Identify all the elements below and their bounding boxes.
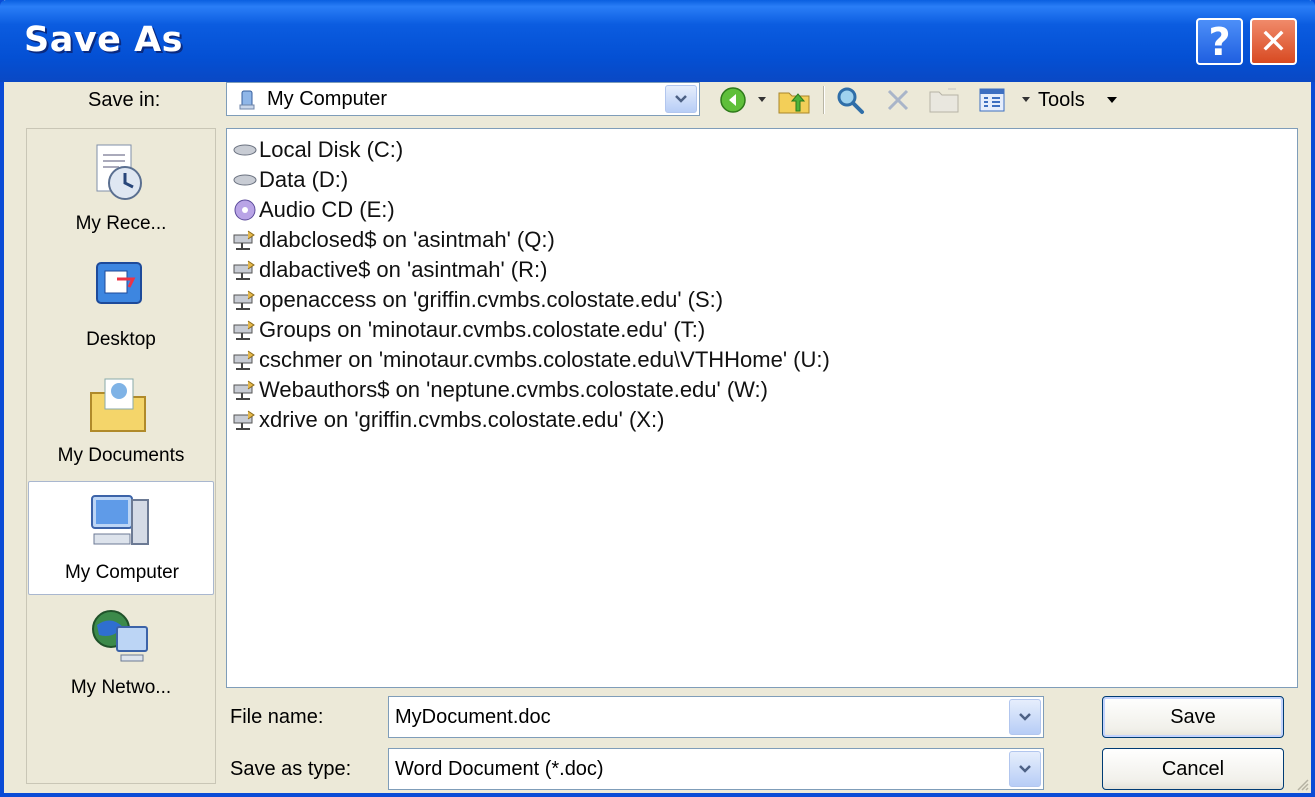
file-list[interactable]: Local Disk (C:) Data (D:) Audio CD (E:) … bbox=[226, 128, 1298, 688]
back-arrow-icon bbox=[720, 87, 746, 113]
place-label: My Rece... bbox=[75, 213, 167, 234]
drive-label: Groups on 'minotaur.cvmbs.colostate.edu'… bbox=[259, 317, 706, 342]
place-my-network-places[interactable]: My Netwo... bbox=[28, 597, 214, 711]
file-name-combobox[interactable]: MyDocument.doc bbox=[388, 696, 1044, 738]
drive-label: xdrive on 'griffin.cvmbs.colostate.edu' … bbox=[259, 407, 665, 432]
place-label: Desktop bbox=[86, 329, 156, 350]
list-item[interactable]: xdrive on 'griffin.cvmbs.colostate.edu' … bbox=[231, 405, 664, 435]
views-dropdown[interactable] bbox=[1016, 82, 1036, 118]
network-drive-icon bbox=[231, 258, 259, 282]
save-in-label: Save in: bbox=[88, 89, 161, 111]
chevron-down-icon bbox=[1019, 765, 1031, 773]
save-as-type-dropdown-button[interactable] bbox=[1009, 751, 1041, 787]
place-my-recent-documents[interactable]: My Rece... bbox=[28, 133, 214, 247]
search-web-button[interactable] bbox=[830, 82, 870, 118]
drive-label: dlabactive$ on 'asintmah' (R:) bbox=[259, 257, 548, 282]
list-item[interactable]: Data (D:) bbox=[231, 165, 348, 195]
desktop-icon bbox=[96, 262, 142, 304]
network-drive-icon bbox=[231, 378, 259, 402]
save-in-dropdown-button[interactable] bbox=[665, 85, 697, 113]
title-bar[interactable]: Save As ? ✕ bbox=[0, 0, 1315, 82]
new-folder-icon bbox=[929, 88, 959, 113]
close-button[interactable]: ✕ bbox=[1250, 18, 1297, 65]
place-my-documents[interactable]: My Documents bbox=[28, 365, 214, 479]
tools-dropdown[interactable] bbox=[1102, 82, 1122, 118]
drive-label: Local Disk (C:) bbox=[259, 137, 404, 162]
list-item[interactable]: Groups on 'minotaur.cvmbs.colostate.edu'… bbox=[231, 315, 705, 345]
dialog-title: Save As bbox=[24, 20, 183, 60]
save-button[interactable]: Save bbox=[1102, 696, 1284, 738]
save-as-type-label: Save as type: bbox=[230, 758, 352, 780]
list-item[interactable]: openaccess on 'griffin.cvmbs.colostate.e… bbox=[231, 285, 723, 315]
delete-x-icon bbox=[887, 89, 909, 111]
chevron-down-icon bbox=[675, 95, 687, 103]
hard-drive-icon bbox=[231, 138, 259, 162]
cd-drive-icon bbox=[231, 198, 259, 222]
drive-label: openaccess on 'griffin.cvmbs.colostate.e… bbox=[259, 287, 724, 312]
new-folder-button[interactable] bbox=[924, 82, 964, 118]
network-places-icon bbox=[92, 610, 148, 662]
place-my-computer[interactable]: My Computer bbox=[28, 481, 214, 595]
list-item[interactable]: dlabactive$ on 'asintmah' (R:) bbox=[231, 255, 547, 285]
recent-documents-icon bbox=[96, 144, 142, 200]
save-as-type-value: Word Document (*.doc) bbox=[395, 758, 604, 780]
list-item[interactable]: cschmer on 'minotaur.cvmbs.colostate.edu… bbox=[231, 345, 830, 375]
drive-label: cschmer on 'minotaur.cvmbs.colostate.edu… bbox=[259, 347, 830, 372]
tools-menu-label[interactable]: Tools bbox=[1038, 89, 1085, 112]
delete-button[interactable] bbox=[878, 82, 918, 118]
small-down-arrow-icon bbox=[758, 97, 766, 102]
small-down-arrow-icon bbox=[1022, 97, 1030, 102]
place-desktop[interactable]: Desktop bbox=[28, 249, 214, 363]
back-history-dropdown[interactable] bbox=[752, 82, 772, 118]
help-icon: ? bbox=[1208, 19, 1231, 64]
list-item[interactable]: Webauthors$ on 'neptune.cvmbs.colostate.… bbox=[231, 375, 768, 405]
list-item[interactable]: Local Disk (C:) bbox=[231, 135, 403, 165]
list-item[interactable]: Audio CD (E:) bbox=[231, 195, 395, 225]
cancel-button[interactable]: Cancel bbox=[1102, 748, 1284, 790]
save-in-dropdown[interactable]: My Computer bbox=[226, 82, 700, 116]
places-bar: My Rece... Desktop My Documents My Compu… bbox=[26, 128, 216, 784]
file-name-dropdown-button[interactable] bbox=[1009, 699, 1041, 735]
network-drive-icon bbox=[231, 318, 259, 342]
small-down-arrow-icon bbox=[1107, 97, 1117, 103]
up-folder-icon bbox=[778, 92, 810, 114]
place-label: My Netwo... bbox=[70, 677, 172, 698]
back-button[interactable] bbox=[716, 82, 750, 118]
save-in-value: My Computer bbox=[267, 88, 388, 110]
chevron-down-icon bbox=[1019, 713, 1031, 721]
my-documents-folder-icon bbox=[90, 378, 146, 432]
drive-label: dlabclosed$ on 'asintmah' (Q:) bbox=[259, 227, 555, 252]
place-label: My Documents bbox=[57, 445, 185, 466]
network-drive-icon bbox=[231, 288, 259, 312]
drive-label: Data (D:) bbox=[259, 167, 349, 192]
file-name-input[interactable]: MyDocument.doc bbox=[395, 706, 551, 729]
my-computer-icon bbox=[91, 495, 149, 545]
drive-label: Webauthors$ on 'neptune.cvmbs.colostate.… bbox=[259, 377, 768, 402]
list-item[interactable]: dlabclosed$ on 'asintmah' (Q:) bbox=[231, 225, 555, 255]
network-drive-icon bbox=[231, 228, 259, 252]
save-as-type-dropdown[interactable]: Word Document (*.doc) bbox=[388, 748, 1044, 790]
network-drive-icon bbox=[231, 348, 259, 372]
close-icon: ✕ bbox=[1259, 21, 1288, 62]
search-icon bbox=[837, 87, 864, 114]
views-button[interactable] bbox=[972, 82, 1012, 118]
place-label: My Computer bbox=[64, 562, 180, 583]
up-one-level-button[interactable] bbox=[774, 82, 814, 118]
resize-grip-icon[interactable] bbox=[1295, 777, 1309, 791]
network-drive-icon bbox=[231, 408, 259, 432]
hard-drive-icon bbox=[231, 168, 259, 192]
save-as-dialog: Save As ? ✕ Save in: My Computer Tools M… bbox=[0, 0, 1315, 797]
drive-label: Audio CD (E:) bbox=[259, 197, 395, 222]
toolbar-separator bbox=[822, 82, 826, 118]
help-button[interactable]: ? bbox=[1196, 18, 1243, 65]
my-computer-small-icon bbox=[237, 89, 259, 115]
file-name-label: File name: bbox=[230, 706, 324, 728]
views-grid-icon bbox=[979, 88, 1005, 112]
